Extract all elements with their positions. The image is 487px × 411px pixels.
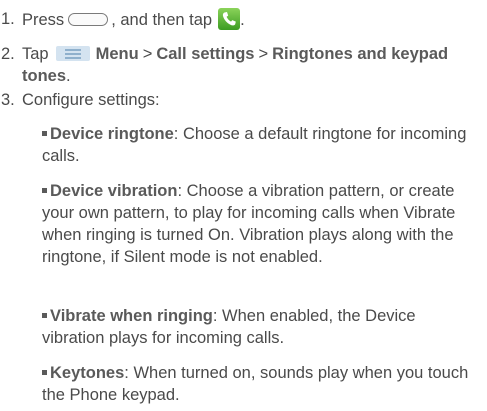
step-text: Tap Menu > Call settings > Ringtones and keyp… bbox=[22, 43, 487, 87]
bullet-icon bbox=[42, 188, 47, 193]
step-number: 2. bbox=[1, 45, 15, 63]
bullet-icon bbox=[42, 131, 47, 136]
home-key-icon bbox=[68, 13, 109, 26]
path-separator: > bbox=[142, 45, 153, 63]
step-2-tap: Tap bbox=[22, 45, 49, 63]
step-number: 1. bbox=[1, 10, 15, 28]
setting-term: Device vibration bbox=[50, 182, 178, 200]
step-1-before: Press bbox=[22, 11, 65, 29]
setting-term: Keytones bbox=[50, 364, 125, 382]
step-1-after: . bbox=[240, 11, 245, 29]
setting-vibrate-when-ringing: Vibrate when ringing: When enabled, the … bbox=[42, 305, 482, 349]
bullet-icon bbox=[42, 370, 47, 375]
step-number: 3. bbox=[1, 91, 15, 109]
menu-label: Menu bbox=[95, 45, 139, 63]
path-separator: > bbox=[258, 45, 269, 63]
setting-device-vibration: Device vibration: Choose a vibration pat… bbox=[42, 180, 482, 268]
bullet-icon bbox=[42, 313, 47, 318]
phone-app-icon bbox=[218, 8, 241, 30]
setting-term: Device ringtone bbox=[50, 125, 174, 143]
step-text: Press , and then tap. bbox=[22, 8, 487, 31]
step-text: Configure settings: bbox=[22, 91, 160, 109]
step-1-middle: , and then tap bbox=[111, 11, 213, 29]
setting-device-ringtone: Device ringtone: Choose a default ringto… bbox=[42, 123, 482, 167]
setting-term: Vibrate when ringing bbox=[50, 307, 213, 325]
step-2-end: . bbox=[66, 67, 71, 85]
menu-key-icon bbox=[55, 46, 90, 61]
call-settings-label: Call settings bbox=[156, 45, 255, 63]
setting-keytones: Keytones: When turned on, sounds play wh… bbox=[42, 362, 482, 406]
